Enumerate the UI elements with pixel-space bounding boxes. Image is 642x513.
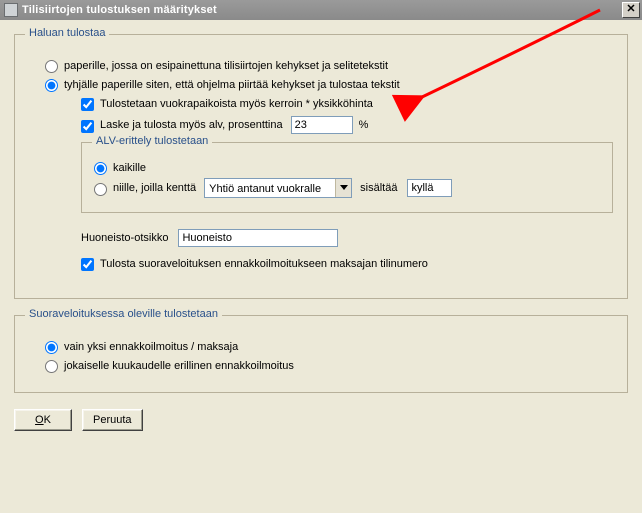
blank-paper-suboptions: Tulostetaan vuokrapaikoista myös kerroin…: [81, 97, 613, 213]
client-area: Haluan tulostaa paperille, jossa on esip…: [0, 20, 642, 513]
radio-row-alv-filtered[interactable]: niille, joilla kenttä Yhtiö antanut vuok…: [94, 178, 600, 198]
huoneisto-input[interactable]: [178, 229, 338, 247]
group-print-options: Haluan tulostaa paperille, jossa on esip…: [14, 34, 628, 299]
chk-tilinumero[interactable]: [81, 258, 94, 271]
chk-row-kerroin[interactable]: Tulostetaan vuokrapaikoista myös kerroin…: [81, 97, 613, 110]
radio-suora-one-label: vain yksi ennakkoilmoitus / maksaja: [64, 341, 238, 353]
ok-button-rest: K: [44, 414, 51, 426]
contains-value-input[interactable]: [407, 179, 452, 197]
radio-alv-filtered[interactable]: [94, 183, 107, 196]
ok-button-underline: O: [35, 414, 44, 426]
app-icon: [4, 3, 18, 17]
radio-row-each[interactable]: jokaiselle kuukaudelle erillinen ennakko…: [45, 359, 613, 372]
radio-suora-each-label: jokaiselle kuukaudelle erillinen ennakko…: [64, 360, 294, 372]
group-suora-legend: Suoraveloituksessa oleville tulostetaan: [25, 308, 222, 320]
radio-suora-one[interactable]: [45, 341, 58, 354]
group-suoraveloitus: Suoraveloituksessa oleville tulostetaan …: [14, 315, 628, 393]
button-bar: OK Peruuta: [14, 409, 628, 431]
contains-label: sisältää: [360, 182, 397, 194]
chk-alv[interactable]: [81, 120, 94, 133]
chk-kerroin-label: Tulostetaan vuokrapaikoista myös kerroin…: [100, 98, 373, 110]
radio-alv-filtered-label: niille, joilla kenttä: [113, 182, 196, 194]
group-print-legend: Haluan tulostaa: [25, 27, 109, 39]
cancel-button-label: Peruuta: [93, 414, 132, 426]
chk-tilinumero-label: Tulosta suoraveloituksen ennakkoilmoituk…: [100, 258, 428, 270]
radio-row-blank[interactable]: tyhjälle paperille siten, että ohjelma p…: [45, 78, 613, 91]
alv-percent-input[interactable]: [291, 116, 353, 134]
alv-field-combo-text: Yhtiö antanut vuokralle: [205, 179, 335, 197]
radio-preprinted[interactable]: [45, 60, 58, 73]
alv-field-combo[interactable]: Yhtiö antanut vuokralle: [204, 178, 352, 198]
alv-field-combo-button[interactable]: [335, 179, 351, 197]
chk-alv-label: Laske ja tulosta myös alv, prosenttina: [100, 119, 283, 131]
huoneisto-row: Huoneisto-otsikko: [81, 229, 613, 247]
chevron-down-icon: [340, 185, 348, 191]
close-icon: ✕: [626, 3, 635, 15]
chk-kerroin[interactable]: [81, 98, 94, 111]
ok-button[interactable]: OK: [14, 409, 72, 431]
cancel-button[interactable]: Peruuta: [82, 409, 143, 431]
huoneisto-label: Huoneisto-otsikko: [81, 232, 168, 244]
percent-sign: %: [359, 119, 369, 131]
chk-row-tilinumero[interactable]: Tulosta suoraveloituksen ennakkoilmoituk…: [81, 257, 613, 270]
radio-blank[interactable]: [45, 79, 58, 92]
radio-alv-all-label: kaikille: [113, 162, 146, 174]
radio-row-preprinted[interactable]: paperille, jossa on esipainettuna tilisi…: [45, 59, 613, 72]
title-bar: Tilisiirtojen tulostuksen määritykset ✕: [0, 0, 642, 20]
close-button[interactable]: ✕: [622, 2, 640, 18]
radio-alv-all[interactable]: [94, 162, 107, 175]
group-alv-erittely: ALV-erittely tulostetaan kaikille niille…: [81, 142, 613, 213]
radio-row-alv-all[interactable]: kaikille: [94, 161, 600, 174]
group-alv-legend: ALV-erittely tulostetaan: [92, 135, 212, 147]
radio-blank-label: tyhjälle paperille siten, että ohjelma p…: [64, 79, 400, 91]
radio-preprinted-label: paperille, jossa on esipainettuna tilisi…: [64, 60, 388, 72]
radio-suora-each[interactable]: [45, 360, 58, 373]
radio-row-one[interactable]: vain yksi ennakkoilmoitus / maksaja: [45, 340, 613, 353]
chk-row-alv[interactable]: Laske ja tulosta myös alv, prosenttina %: [81, 116, 613, 134]
window-title: Tilisiirtojen tulostuksen määritykset: [22, 4, 622, 16]
